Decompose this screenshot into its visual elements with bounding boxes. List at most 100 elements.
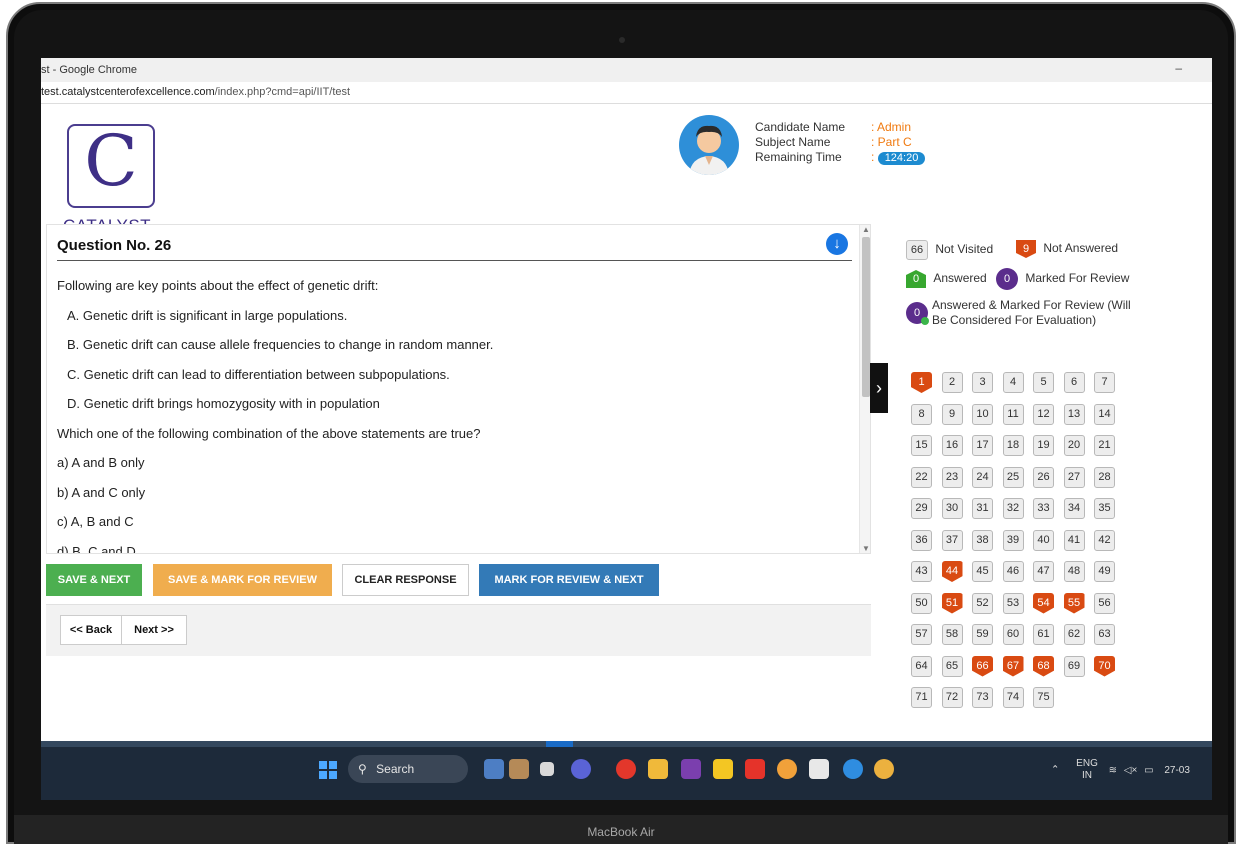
onenote-icon[interactable] — [681, 759, 701, 779]
scroll-up-arrow-icon[interactable]: ▲ — [862, 225, 870, 234]
palette-question-21[interactable]: 21 — [1094, 435, 1115, 456]
palette-question-2[interactable]: 2 — [941, 372, 963, 393]
palette-question-20[interactable]: 20 — [1063, 435, 1085, 456]
answer-option[interactable]: a) A and B only — [57, 448, 847, 478]
palette-question-26[interactable]: 26 — [1033, 466, 1054, 488]
palette-question-34[interactable]: 34 — [1063, 498, 1085, 519]
widgets-icon[interactable] — [484, 759, 504, 779]
palette-question-61[interactable]: 61 — [1033, 624, 1054, 645]
palette-question-68[interactable]: 68 — [1033, 655, 1054, 677]
palette-question-32[interactable]: 32 — [1002, 498, 1024, 519]
palette-question-56[interactable]: 56 — [1094, 592, 1115, 614]
palette-question-1[interactable]: 1 — [911, 372, 932, 393]
teams-icon[interactable] — [571, 759, 591, 779]
palette-question-27[interactable]: 27 — [1063, 466, 1085, 488]
palette-question-22[interactable]: 22 — [911, 466, 932, 488]
palette-question-66[interactable]: 66 — [972, 655, 993, 677]
chrome-profile-3-icon[interactable] — [874, 759, 894, 779]
system-tray[interactable]: ⌃ ENG IN ≋ ◁× ▭ 27-03 — [1051, 758, 1190, 782]
palette-question-46[interactable]: 46 — [1002, 561, 1024, 582]
palette-question-15[interactable]: 15 — [911, 435, 932, 456]
palette-question-3[interactable]: 3 — [972, 372, 993, 393]
palette-question-19[interactable]: 19 — [1033, 435, 1054, 456]
palette-question-49[interactable]: 49 — [1094, 561, 1115, 582]
scroll-down-arrow-icon[interactable]: ▼ — [862, 544, 870, 553]
palette-question-35[interactable]: 35 — [1094, 498, 1115, 519]
chrome-profile-icon[interactable] — [777, 759, 797, 779]
palette-question-60[interactable]: 60 — [1002, 624, 1024, 645]
palette-question-41[interactable]: 41 — [1063, 529, 1085, 551]
windows-start-icon[interactable] — [319, 761, 337, 779]
palette-question-12[interactable]: 12 — [1033, 403, 1054, 425]
chevron-up-icon[interactable]: ⌃ — [1051, 765, 1059, 776]
palette-question-51[interactable]: 51 — [941, 592, 963, 614]
palette-question-64[interactable]: 64 — [911, 655, 932, 677]
tray-date[interactable]: 27-03 — [1164, 765, 1190, 776]
palette-question-11[interactable]: 11 — [1002, 403, 1024, 425]
palette-question-38[interactable]: 38 — [972, 529, 993, 551]
clear-response-button[interactable]: CLEAR RESPONSE — [342, 564, 469, 596]
palette-question-74[interactable]: 74 — [1002, 687, 1024, 708]
back-button[interactable]: << Back — [60, 615, 122, 645]
save-next-button[interactable]: SAVE & NEXT — [46, 564, 142, 596]
palette-question-58[interactable]: 58 — [941, 624, 963, 645]
answer-option[interactable]: b) A and C only — [57, 478, 847, 508]
palette-question-17[interactable]: 17 — [972, 435, 993, 456]
palette-question-72[interactable]: 72 — [941, 687, 963, 708]
palette-question-16[interactable]: 16 — [941, 435, 963, 456]
volume-icon[interactable]: ◁× — [1124, 765, 1138, 776]
palette-question-42[interactable]: 42 — [1094, 529, 1115, 551]
palette-question-57[interactable]: 57 — [911, 624, 932, 645]
palette-question-4[interactable]: 4 — [1002, 372, 1024, 393]
palette-question-44[interactable]: 44 — [941, 561, 963, 582]
wifi-icon[interactable]: ≋ — [1109, 765, 1117, 776]
task-view-icon[interactable] — [540, 762, 554, 776]
palette-question-67[interactable]: 67 — [1002, 655, 1024, 677]
palette-question-75[interactable]: 75 — [1033, 687, 1054, 708]
palette-question-7[interactable]: 7 — [1094, 372, 1115, 393]
palette-question-43[interactable]: 43 — [911, 561, 932, 582]
palette-question-18[interactable]: 18 — [1002, 435, 1024, 456]
palette-question-52[interactable]: 52 — [972, 592, 993, 614]
palette-question-8[interactable]: 8 — [911, 403, 932, 425]
palette-question-25[interactable]: 25 — [1002, 466, 1024, 488]
palette-question-39[interactable]: 39 — [1002, 529, 1024, 551]
palette-question-37[interactable]: 37 — [941, 529, 963, 551]
address-bar[interactable]: test.catalystcenterofexcellence.com/inde… — [41, 82, 1212, 104]
palette-question-69[interactable]: 69 — [1063, 655, 1085, 677]
palette-question-23[interactable]: 23 — [941, 466, 963, 488]
palette-question-30[interactable]: 30 — [941, 498, 963, 519]
palette-question-10[interactable]: 10 — [972, 403, 993, 425]
palette-question-47[interactable]: 47 — [1033, 561, 1054, 582]
palette-question-59[interactable]: 59 — [972, 624, 993, 645]
scrollbar-thumb[interactable] — [862, 237, 870, 397]
palette-question-65[interactable]: 65 — [941, 655, 963, 677]
palette-question-50[interactable]: 50 — [911, 592, 932, 614]
palette-question-29[interactable]: 29 — [911, 498, 932, 519]
palette-question-13[interactable]: 13 — [1063, 403, 1085, 425]
save-mark-review-button[interactable]: SAVE & MARK FOR REVIEW — [153, 564, 332, 596]
collapse-panel-chevron-icon[interactable]: › — [870, 363, 888, 413]
paint-icon[interactable] — [809, 759, 829, 779]
palette-question-73[interactable]: 73 — [972, 687, 993, 708]
acrobat-icon[interactable] — [745, 759, 765, 779]
file-explorer-icon[interactable] — [648, 759, 668, 779]
chrome-profile-2-icon[interactable] — [843, 759, 863, 779]
answer-option[interactable]: d) B, C and D — [57, 537, 847, 554]
taskbar-search[interactable]: ⚲ Search — [348, 755, 468, 783]
palette-question-14[interactable]: 14 — [1094, 403, 1115, 425]
palette-question-6[interactable]: 6 — [1063, 372, 1085, 393]
minimize-icon[interactable]: – — [1175, 61, 1182, 75]
palette-question-71[interactable]: 71 — [911, 687, 932, 708]
mark-review-next-button[interactable]: MARK FOR REVIEW & NEXT — [479, 564, 659, 596]
palette-question-70[interactable]: 70 — [1094, 655, 1115, 677]
palette-question-36[interactable]: 36 — [911, 529, 932, 551]
palette-question-31[interactable]: 31 — [972, 498, 993, 519]
palette-question-5[interactable]: 5 — [1033, 372, 1054, 393]
next-button[interactable]: Next >> — [121, 615, 187, 645]
palette-question-48[interactable]: 48 — [1063, 561, 1085, 582]
palette-question-9[interactable]: 9 — [941, 403, 963, 425]
sticky-notes-icon[interactable] — [713, 759, 733, 779]
palette-question-54[interactable]: 54 — [1033, 592, 1054, 614]
palette-question-40[interactable]: 40 — [1033, 529, 1054, 551]
